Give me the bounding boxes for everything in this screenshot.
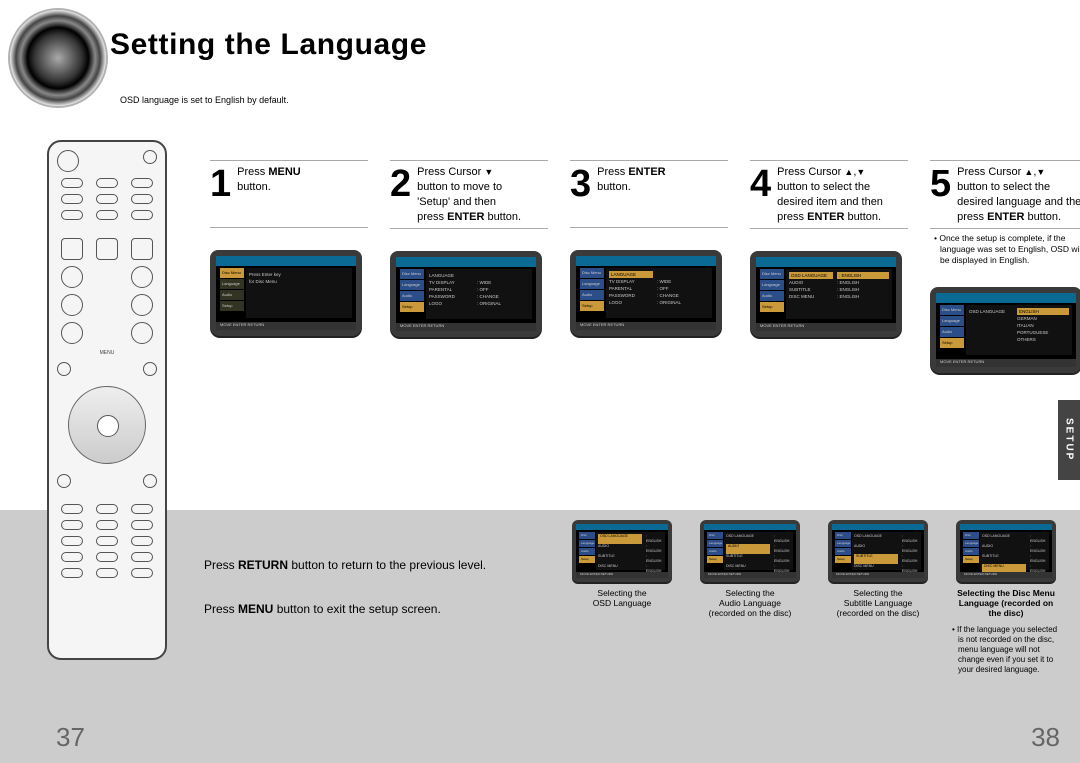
- step-number: 2: [390, 165, 411, 203]
- page-subtitle: OSD language is set to English by defaul…: [120, 95, 289, 105]
- page-number-right: 38: [1031, 722, 1060, 753]
- step-text: Press ENTERbutton.: [597, 165, 665, 195]
- tv-screenshot-step-4: Disc MenuLanguageAudioSetupOSD LANGUAGE:…: [750, 251, 902, 337]
- menu-instruction: Press MENU button to exit the setup scre…: [204, 602, 486, 616]
- step-number: 3: [570, 165, 591, 203]
- steps-row: 1Press MENUbutton. Disc MenuLanguageAudio…: [210, 160, 1080, 373]
- tv-screenshot-bottom-2: Disc MenuLanguageAudioSetupOSD LANGUAGE:…: [700, 520, 800, 582]
- step-text: Press MENUbutton.: [237, 165, 301, 195]
- step-text: Press Cursor ▼button to move to'Setup' a…: [417, 165, 521, 224]
- step-number: 4: [750, 165, 771, 203]
- tv-screenshot-step-2: Disc MenuLanguageAudioSetupLANGUAGETV DI…: [390, 251, 542, 337]
- bottom-tv-row: Disc MenuLanguageAudioSetupOSD LANGUAGE:…: [568, 520, 1060, 675]
- step-number: 5: [930, 165, 951, 203]
- tv-caption: Selecting theAudio Language(recorded on …: [709, 588, 792, 619]
- step-3: 3Press ENTERbutton. Disc MenuLanguageAudi…: [570, 160, 728, 373]
- tv-caption: Selecting theOSD Language: [593, 588, 652, 608]
- step-number: 1: [210, 165, 231, 203]
- step-1: 1Press MENUbutton. Disc MenuLanguageAudio…: [210, 160, 368, 373]
- speaker-decoration: [10, 10, 106, 106]
- bottom-instructions: Press RETURN button to return to the pre…: [204, 558, 486, 646]
- step5-note: Once the setup is complete, if the langu…: [934, 233, 1080, 265]
- page-title: Setting the Language: [110, 28, 427, 62]
- cursor-down-icon: ▼: [856, 166, 865, 178]
- tv-caption: Selecting the Disc MenuLanguage (recorde…: [952, 588, 1060, 619]
- step-text: Press Cursor ▲,▼button to select thedesi…: [777, 165, 883, 224]
- tv-screenshot-bottom-4: Disc MenuLanguageAudioSetupOSD LANGUAGE:…: [956, 520, 1056, 582]
- step-2: 2Press Cursor ▼button to move to'Setup' …: [390, 160, 548, 373]
- cursor-down-icon: ▼: [484, 166, 493, 178]
- tv-screenshot-step-3: Disc MenuLanguageAudioSetupLANGUAGETV DI…: [570, 250, 722, 336]
- step-text: Press Cursor ▲,▼button to select thedesi…: [957, 165, 1080, 224]
- cursor-up-icon: ▲: [1024, 166, 1033, 178]
- step-5: 5Press Cursor ▲,▼button to select thedes…: [930, 160, 1080, 373]
- bottom-tv-col-2: Disc MenuLanguageAudioSetupOSD LANGUAGE:…: [696, 520, 804, 675]
- cursor-up-icon: ▲: [844, 166, 853, 178]
- bottom-tv-col-4: Disc MenuLanguageAudioSetupOSD LANGUAGE:…: [952, 520, 1060, 675]
- tv-screenshot-bottom-3: Disc MenuLanguageAudioSetupOSD LANGUAGE:…: [828, 520, 928, 582]
- page-number-left: 37: [56, 722, 85, 753]
- tv-screenshot-step-1: Disc MenuLanguageAudioSetupPress Enter k…: [210, 250, 362, 336]
- bottom-tv-col-3: Disc MenuLanguageAudioSetupOSD LANGUAGE:…: [824, 520, 932, 675]
- remote-diagram: MENU: [47, 140, 167, 660]
- step-4: 4Press Cursor ▲,▼button to select thedes…: [750, 160, 908, 373]
- tv-screenshot-bottom-1: Disc MenuLanguageAudioSetupOSD LANGUAGE:…: [572, 520, 672, 582]
- setup-side-tab: SETUP: [1058, 400, 1080, 480]
- tv-screenshot-step-5: Disc MenuLanguageAudioSetupOSD LANGUAGEE…: [930, 287, 1080, 373]
- tv-caption: Selecting theSubtitle Language(recorded …: [837, 588, 920, 619]
- return-instruction: Press RETURN button to return to the pre…: [204, 558, 486, 572]
- bottom-tv-col-1: Disc MenuLanguageAudioSetupOSD LANGUAGE:…: [568, 520, 676, 675]
- disc-menu-note: If the language you selected is not reco…: [952, 625, 1060, 675]
- cursor-down-icon: ▼: [1036, 166, 1045, 178]
